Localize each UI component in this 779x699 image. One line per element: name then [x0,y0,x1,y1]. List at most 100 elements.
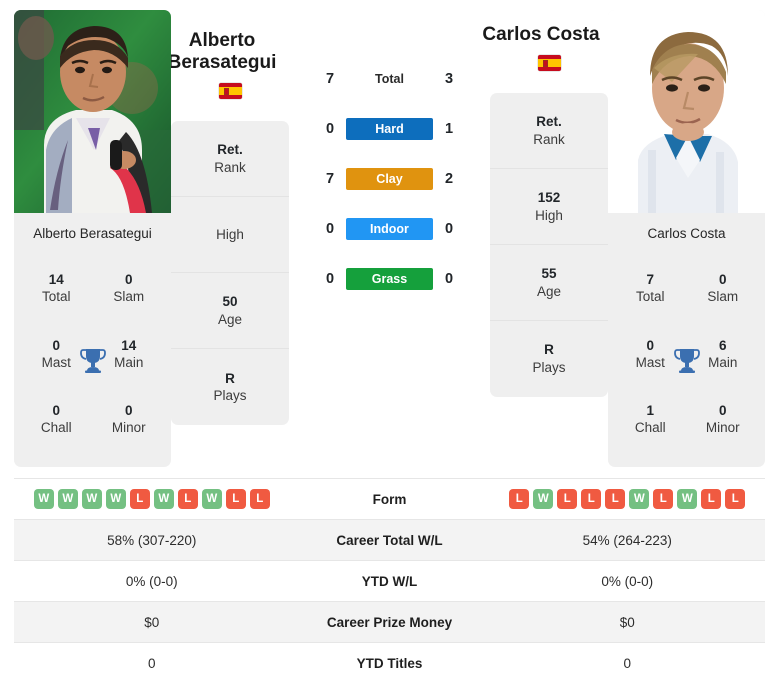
form-badge-w: W [533,489,554,509]
left-titles-main-value: 14 [121,337,137,353]
career-prize-money-label: Career Prize Money [326,614,453,630]
left-player-info-column: Alberto Berasategui Ret. Rank High 50 Ag… [168,10,289,478]
form-badge-l: L [129,489,150,509]
left-career-prize-money: $0 [144,614,160,630]
form-badge-l: L [605,489,626,509]
left-titles-chall: 0 Chall [20,387,93,453]
left-age-cell: 50 Age [171,273,289,350]
right-titles-mast-value: 0 [646,337,654,353]
form-badge-w: W [57,489,78,509]
trophy-icon [672,345,702,375]
left-titles-minor-value: 0 [124,403,133,419]
table-row-career-total-wl: 58% (307-220) Career Total W/L 54% (264-… [14,519,765,560]
career-total-wl-label: Career Total W/L [336,532,443,548]
right-age-label: Age [536,283,562,299]
left-high-cell: High [171,197,289,274]
left-ytd-titles: 0 [147,655,156,671]
form-badge-l: L [249,489,270,509]
right-career-prize-money: $0 [619,614,635,630]
form-badge-w: W [81,489,102,509]
right-player-card-name: Carlos Costa [647,226,726,241]
right-form-cell: LWLLLWLWLL [490,489,766,509]
left-titles-total-label: Total [41,288,71,304]
h2h-indoor-left: 0 [325,221,335,237]
right-high-cell: 152 High [490,169,608,246]
right-plays-value: R [544,342,554,358]
right-high-label: High [535,207,563,223]
h2h-hard-right: 1 [444,121,454,137]
left-high-label: High [216,226,244,242]
h2h-clay-right: 2 [444,171,454,187]
right-titles-total-label: Total [635,288,665,304]
right-titles-total: 7 Total [614,256,687,322]
left-player-photo[interactable] [14,10,171,213]
right-ytd-titles: 0 [623,655,631,671]
right-player-photo-column: Carlos Costa 7 Total 0 Slam 0 Mast 6 Mai… [608,10,765,478]
right-titles-minor: 0 Minor [687,387,760,453]
left-rank-value: Ret. [217,142,243,158]
right-titles-chall-value: 1 [646,403,654,419]
form-badge-w: W [629,489,650,509]
left-titles-minor-label: Minor [111,420,146,436]
left-titles-chall-label: Chall [40,420,72,436]
left-player-card-name: Alberto Berasategui [33,226,152,241]
right-player-card[interactable]: Carlos Costa 7 Total 0 Slam 0 Mast 6 Mai… [608,10,765,467]
surface-badge-hard[interactable]: Hard [346,118,433,140]
h2h-row-clay: 7 Clay 2 [317,168,462,190]
table-row-ytd-titles: 0 YTD Titles 0 [14,642,765,683]
left-titles-mast-label: Mast [41,354,71,370]
right-player-name-line1: Carlos Costa [482,24,600,45]
form-badge-l: L [701,489,722,509]
form-badge-l: L [509,489,530,509]
right-ytd-wl: 0% (0-0) [601,573,654,589]
right-plays-cell: R Plays [490,321,608,397]
right-player-spain-flag-icon [537,55,561,72]
form-badge-l: L [653,489,674,509]
left-form-cell: WWWWLWLWLL [14,489,290,509]
trophy-icon [78,345,108,375]
h2h-hard-left: 0 [325,121,335,137]
right-age-cell: 55 Age [490,245,608,322]
left-rank-cell: Ret. Rank [171,121,289,198]
ytd-titles-label: YTD Titles [356,655,423,671]
right-titles-chall: 1 Chall [614,387,687,453]
table-row-career-prize-money: $0 Career Prize Money $0 [14,601,765,642]
right-form-badges: LWLLLWLWLL [509,489,746,509]
form-badge-w: W [105,489,126,509]
right-rank-cell: Ret. Rank [490,93,608,170]
right-player-photo[interactable] [608,10,765,213]
form-badge-w: W [201,489,222,509]
form-badge-w: W [153,489,174,509]
h2h-row-indoor: 0 Indoor 0 [317,218,462,240]
left-ytd-wl: 0% (0-0) [125,573,178,589]
h2h-grass-left: 0 [325,271,335,287]
h2h-total-label: Total [375,72,404,86]
surface-badge-indoor[interactable]: Indoor [346,218,433,240]
form-badge-l: L [225,489,246,509]
right-titles-minor-label: Minor [705,420,740,436]
right-rank-label: Rank [533,131,565,147]
left-player-titles-grid: 14 Total 0 Slam 0 Mast 14 Main 0 Chall 0… [14,252,171,467]
left-player-spain-flag-icon [218,83,242,100]
left-plays-label: Plays [213,388,247,404]
right-high-value: 152 [537,189,561,205]
right-rank-value: Ret. [536,113,562,129]
form-badge-l: L [177,489,198,509]
left-player-card[interactable]: Alberto Berasategui 14 Total 0 Slam 0 Ma… [14,10,171,467]
right-player-stat-stack: Ret. Rank 152 High 55 Age R Plays [490,93,608,398]
right-career-total-wl: 54% (264-223) [582,532,672,548]
right-titles-chall-label: Chall [634,420,666,436]
left-age-value: 50 [222,294,238,310]
h2h-row-hard: 0 Hard 1 [317,118,462,140]
surface-badge-grass[interactable]: Grass [346,268,433,290]
right-age-value: 55 [541,265,557,281]
surface-badge-clay[interactable]: Clay [346,168,433,190]
right-player-info-column: Carlos Costa Ret. Rank 152 High 55 Age R… [482,10,608,478]
left-titles-minor: 0 Minor [93,387,166,453]
left-titles-total: 14 Total [20,256,93,322]
h2h-indoor-right: 0 [444,221,454,237]
h2h-clay-left: 7 [325,171,335,187]
form-badge-l: L [557,489,578,509]
head-to-head-surfaces: 7 Total 3 0 Hard 1 7 Clay 2 0 Indoor 0 0… [289,10,490,478]
left-plays-value: R [225,370,235,386]
